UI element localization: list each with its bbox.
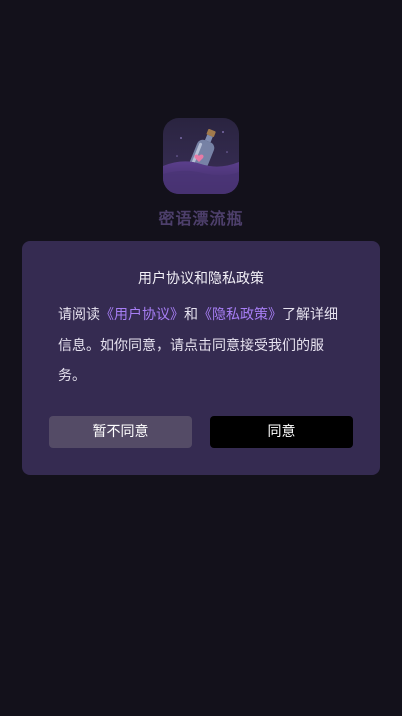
agree-button[interactable]: 同意 [210, 416, 353, 448]
message-conjunction: 和 [184, 307, 198, 323]
dialog-title: 用户协议和隐私政策 [138, 271, 264, 287]
dialog-message: 请阅读《用户协议》和《隐私政策》了解详细信息。如你同意，请点击同意接受我们的服务… [58, 300, 348, 392]
app-name: 密语漂流瓶 [158, 209, 244, 228]
decline-button[interactable]: 暂不同意 [49, 416, 192, 448]
message-prefix: 请阅读 [58, 307, 100, 323]
privacy-consent-dialog: 用户协议和隐私政策 请阅读《用户协议》和《隐私政策》了解详细信息。如你同意，请点… [22, 241, 380, 475]
user-agreement-link[interactable]: 《用户协议》 [100, 307, 184, 323]
privacy-policy-link[interactable]: 《隐私政策》 [198, 307, 282, 323]
message-bottle-icon [163, 118, 239, 194]
